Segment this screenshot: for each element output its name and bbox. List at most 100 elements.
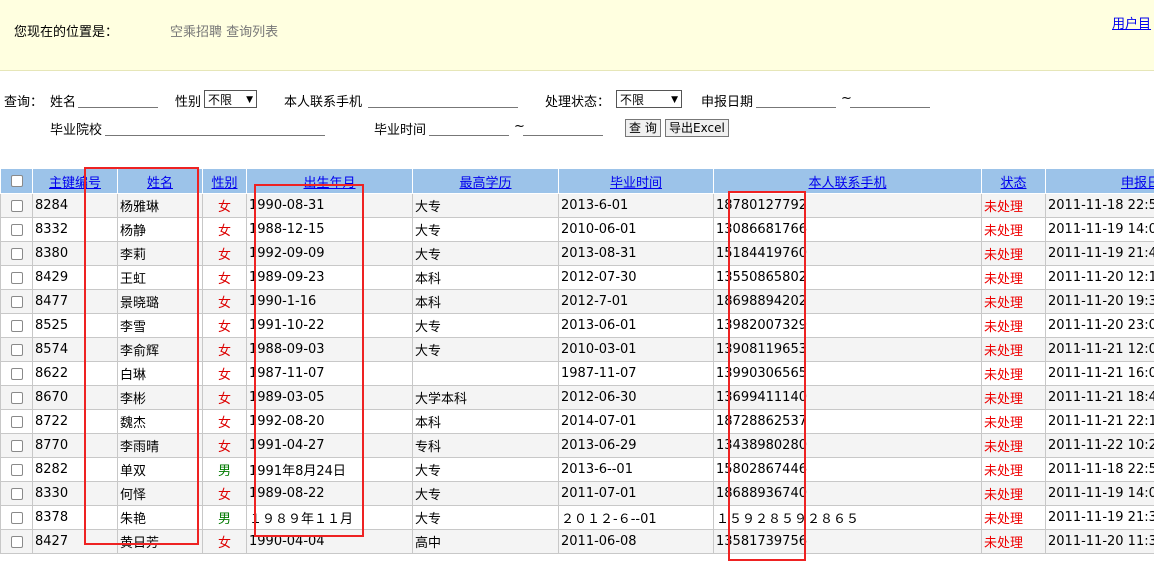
cell-name: 白琳 bbox=[118, 362, 203, 386]
cell-id: 8282 bbox=[33, 458, 118, 482]
select-all-checkbox[interactable] bbox=[11, 175, 23, 187]
row-select-cell[interactable] bbox=[1, 338, 33, 362]
cell-phone: 18780127792 bbox=[714, 194, 982, 218]
header-id[interactable]: 主键编号 bbox=[33, 169, 118, 194]
cell-grad-time: 2010-06-01 bbox=[559, 218, 714, 242]
cell-status: 未处理 bbox=[982, 458, 1046, 482]
row-select-cell[interactable] bbox=[1, 314, 33, 338]
report-date-from-input[interactable] bbox=[756, 93, 836, 108]
row-select-cell[interactable] bbox=[1, 434, 33, 458]
row-select-cell[interactable] bbox=[1, 506, 33, 530]
sort-name-link[interactable]: 姓名 bbox=[147, 176, 173, 191]
cell-grad-time: 2010-03-01 bbox=[559, 338, 714, 362]
row-checkbox[interactable] bbox=[11, 272, 23, 284]
row-checkbox[interactable] bbox=[11, 392, 23, 404]
cell-sex: 男 bbox=[203, 458, 247, 482]
row-checkbox[interactable] bbox=[11, 248, 23, 260]
row-checkbox[interactable] bbox=[11, 512, 23, 524]
user-menu-link[interactable]: 用户目 bbox=[1112, 13, 1151, 32]
row-select-cell[interactable] bbox=[1, 290, 33, 314]
row-select-cell[interactable] bbox=[1, 482, 33, 506]
cell-sex: 女 bbox=[203, 386, 247, 410]
status-select[interactable]: 不限 ▼ bbox=[616, 90, 682, 108]
name-filter-input[interactable] bbox=[78, 93, 158, 108]
cell-grad-time: 2012-07-30 bbox=[559, 266, 714, 290]
sort-phone-link[interactable]: 本人联系手机 bbox=[808, 176, 886, 191]
row-checkbox[interactable] bbox=[11, 536, 23, 548]
chevron-down-icon: ▼ bbox=[246, 91, 253, 109]
table-row: 8330何怿女1989-08-22大专2011-07-0118688936740… bbox=[1, 482, 1154, 506]
sort-report-date-link[interactable]: 申报日 bbox=[1121, 176, 1154, 191]
breadcrumb: 空乘招聘 查询列表 bbox=[170, 21, 278, 40]
school-filter-label: 毕业院校 bbox=[50, 119, 102, 138]
grad-time-to-input[interactable] bbox=[523, 121, 603, 136]
row-checkbox[interactable] bbox=[11, 440, 23, 452]
cell-birth: 1989-08-22 bbox=[247, 482, 413, 506]
gender-select[interactable]: 不限 ▼ bbox=[204, 90, 257, 108]
cell-phone: 13699411140 bbox=[714, 386, 982, 410]
row-checkbox[interactable] bbox=[11, 200, 23, 212]
row-select-cell[interactable] bbox=[1, 194, 33, 218]
status-select-value: 不限 bbox=[620, 93, 644, 107]
cell-sex: 女 bbox=[203, 530, 247, 554]
row-select-cell[interactable] bbox=[1, 458, 33, 482]
report-date-to-input[interactable] bbox=[850, 93, 930, 108]
cell-phone: 13438980280 bbox=[714, 434, 982, 458]
row-checkbox[interactable] bbox=[11, 488, 23, 500]
row-select-cell[interactable] bbox=[1, 218, 33, 242]
sort-birth-link[interactable]: 出生年月 bbox=[303, 176, 355, 191]
search-button[interactable]: 查 询 bbox=[625, 119, 661, 137]
cell-name: 单双 bbox=[118, 458, 203, 482]
cell-report-date: 2011-11-19 21:4 bbox=[1046, 242, 1154, 266]
row-select-cell[interactable] bbox=[1, 386, 33, 410]
cell-grad-time: ２０１２-６--01 bbox=[559, 506, 714, 530]
row-select-cell[interactable] bbox=[1, 410, 33, 434]
header-education[interactable]: 最高学历 bbox=[413, 169, 559, 194]
cell-report-date: 2011-11-20 23:0 bbox=[1046, 314, 1154, 338]
grad-time-from-input[interactable] bbox=[429, 121, 509, 136]
header-grad-time[interactable]: 毕业时间 bbox=[559, 169, 714, 194]
row-checkbox[interactable] bbox=[11, 344, 23, 356]
select-all-header[interactable] bbox=[1, 169, 33, 194]
grad-time-label: 毕业时间 bbox=[374, 119, 426, 138]
sort-id-link[interactable]: 主键编号 bbox=[49, 176, 101, 191]
cell-birth: 1988-09-03 bbox=[247, 338, 413, 362]
phone-filter-input[interactable] bbox=[368, 93, 518, 108]
row-select-cell[interactable] bbox=[1, 362, 33, 386]
row-select-cell[interactable] bbox=[1, 242, 33, 266]
school-filter-input[interactable] bbox=[105, 121, 325, 136]
row-checkbox[interactable] bbox=[11, 464, 23, 476]
row-checkbox[interactable] bbox=[11, 368, 23, 380]
sort-grad-time-link[interactable]: 毕业时间 bbox=[610, 176, 662, 191]
cell-sex: 女 bbox=[203, 290, 247, 314]
cell-education: 大专 bbox=[413, 218, 559, 242]
header-status[interactable]: 状态 bbox=[982, 169, 1046, 194]
header-birth[interactable]: 出生年月 bbox=[247, 169, 413, 194]
cell-status: 未处理 bbox=[982, 314, 1046, 338]
row-select-cell[interactable] bbox=[1, 530, 33, 554]
row-checkbox[interactable] bbox=[11, 296, 23, 308]
cell-id: 8330 bbox=[33, 482, 118, 506]
header-phone[interactable]: 本人联系手机 bbox=[714, 169, 982, 194]
row-checkbox[interactable] bbox=[11, 416, 23, 428]
row-checkbox[interactable] bbox=[11, 320, 23, 332]
cell-report-date: 2011-11-20 11:3 bbox=[1046, 530, 1154, 554]
export-excel-button[interactable]: 导出Excel bbox=[665, 119, 729, 137]
sort-education-link[interactable]: 最高学历 bbox=[459, 176, 511, 191]
cell-sex: 女 bbox=[203, 434, 247, 458]
header-sex[interactable]: 性别 bbox=[203, 169, 247, 194]
sort-status-link[interactable]: 状态 bbox=[1000, 176, 1026, 191]
table-row: 8670李彬女1989-03-05大学本科2012-06-30136994111… bbox=[1, 386, 1154, 410]
header-report-date[interactable]: 申报日 bbox=[1046, 169, 1154, 194]
sort-sex-link[interactable]: 性别 bbox=[211, 176, 237, 191]
row-checkbox[interactable] bbox=[11, 224, 23, 236]
header-name[interactable]: 姓名 bbox=[118, 169, 203, 194]
location-bar: 您现在的位置是： 空乘招聘 查询列表 用户目 bbox=[0, 0, 1154, 71]
cell-name: 杨静 bbox=[118, 218, 203, 242]
cell-name: 李雪 bbox=[118, 314, 203, 338]
row-select-cell[interactable] bbox=[1, 266, 33, 290]
cell-status: 未处理 bbox=[982, 386, 1046, 410]
table-row: 8378朱艳男１９８９年１１月大专２０１２-６--01１５９２８５９２８６５未处… bbox=[1, 506, 1154, 530]
cell-report-date: 2011-11-19 14:0 bbox=[1046, 482, 1154, 506]
cell-grad-time: 2013-06-29 bbox=[559, 434, 714, 458]
